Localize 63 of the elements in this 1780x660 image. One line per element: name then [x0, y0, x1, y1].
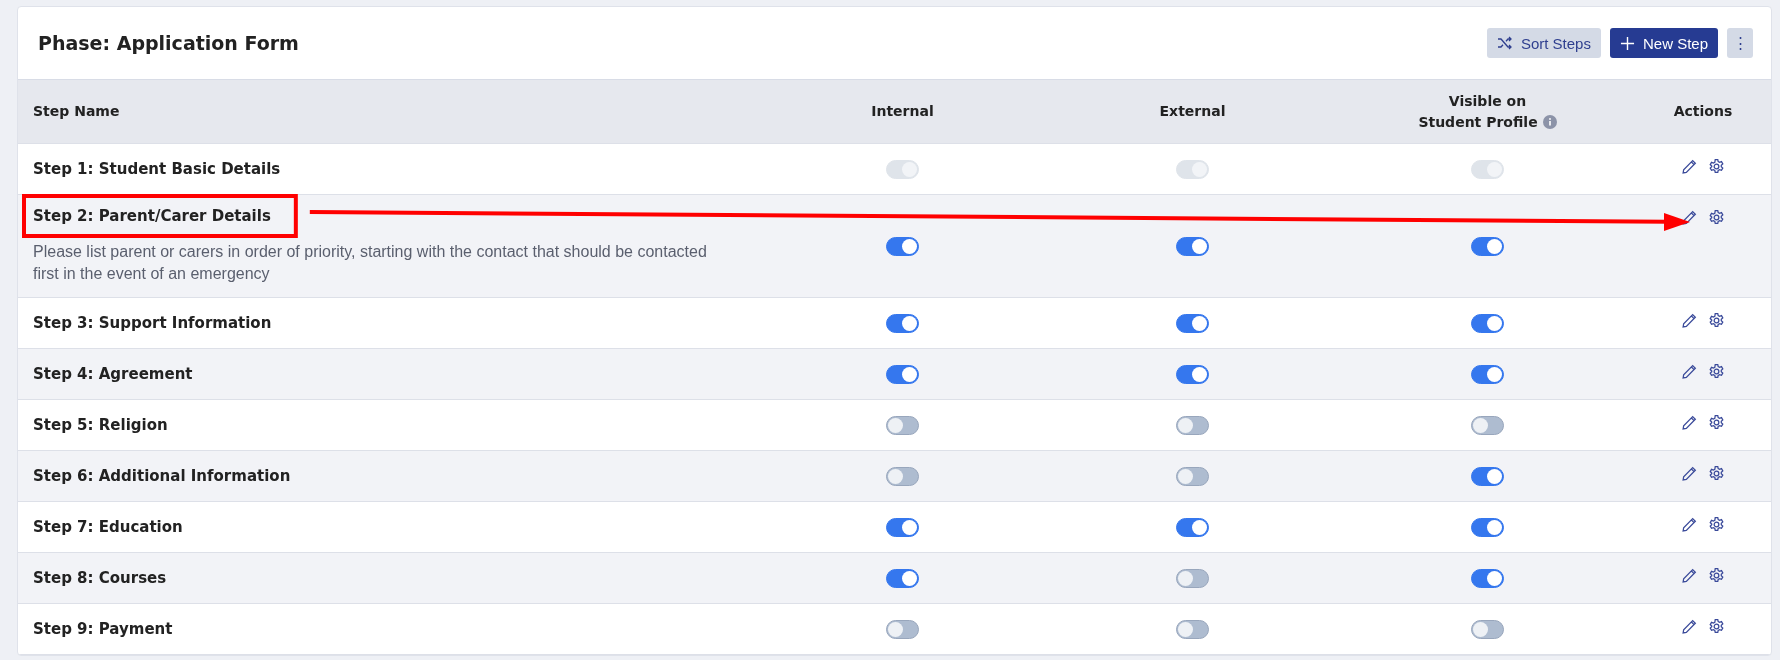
pencil-icon[interactable] — [1681, 618, 1698, 635]
toggle-switch[interactable] — [1176, 466, 1209, 486]
toggle-switch[interactable] — [1471, 517, 1504, 537]
toggle-switch[interactable] — [886, 619, 919, 639]
pencil-icon[interactable] — [1681, 516, 1698, 533]
settings-icon[interactable] — [1708, 312, 1725, 329]
toggle-switch[interactable] — [1471, 568, 1504, 588]
pencil-icon[interactable] — [1681, 209, 1698, 226]
column-header: Actions — [1673, 102, 1733, 121]
pencil-icon[interactable] — [1681, 465, 1698, 482]
settings-icon[interactable] — [1708, 158, 1725, 175]
settings-icon[interactable] — [1708, 618, 1725, 635]
settings-icon[interactable] — [1708, 516, 1725, 533]
step-description: Please list parent or carers in order of priority, starting with the contact that should be contacted first in the event of an emergency — [33, 242, 708, 284]
sort-steps-button[interactable]: Sort Steps — [1486, 28, 1601, 58]
more-options-button[interactable]: ⋮ — [1727, 28, 1753, 58]
column-header: Internal — [871, 102, 934, 121]
toggle-switch[interactable] — [886, 568, 919, 588]
toggle-switch[interactable] — [1176, 619, 1209, 639]
pencil-icon[interactable] — [1681, 567, 1698, 584]
step-name: Step 7: Education — [33, 518, 183, 536]
new-step-button[interactable]: New Step — [1609, 28, 1718, 58]
toggle-switch[interactable] — [886, 313, 919, 333]
step-name: Step 9: Payment — [33, 620, 173, 638]
step-name: Step 5: Religion — [33, 416, 168, 434]
step-name: Step 6: Additional Information — [33, 467, 291, 485]
pencil-icon[interactable] — [1681, 312, 1698, 329]
toggle-switch[interactable] — [1471, 466, 1504, 486]
settings-icon[interactable] — [1708, 465, 1725, 482]
toggle-switch[interactable] — [1176, 364, 1209, 384]
toggle-switch[interactable] — [1176, 517, 1209, 537]
settings-icon[interactable] — [1708, 414, 1725, 431]
column-header: Step Name — [33, 102, 120, 121]
toggle-switch[interactable] — [886, 466, 919, 486]
step-name: Step 2: Parent/Carer Details — [33, 207, 271, 225]
shuffle-icon — [1496, 35, 1513, 51]
column-header: Visible on Student Profile — [1418, 90, 1557, 133]
step-name: Step 8: Courses — [33, 569, 167, 587]
column-header: External — [1159, 102, 1226, 121]
toggle-switch[interactable] — [1471, 364, 1504, 384]
toggle-switch[interactable] — [886, 415, 919, 435]
settings-icon[interactable] — [1708, 567, 1725, 584]
toggle-switch[interactable] — [1176, 568, 1209, 588]
toggle-switch[interactable] — [1471, 415, 1504, 435]
step-name: Step 3: Support Information — [33, 314, 272, 332]
phase-title: Phase: Application Form — [38, 32, 299, 54]
settings-icon[interactable] — [1708, 209, 1725, 226]
step-name: Step 1: Student Basic Details — [33, 160, 281, 178]
plus-icon — [1619, 35, 1635, 51]
toggle-switch[interactable] — [1471, 236, 1504, 256]
toggle-switch[interactable] — [886, 517, 919, 537]
settings-icon[interactable] — [1708, 363, 1725, 380]
toggle-switch[interactable] — [886, 236, 919, 256]
toggle-switch[interactable] — [1176, 313, 1209, 333]
toggle-switch[interactable] — [1176, 415, 1209, 435]
toggle-switch[interactable] — [1176, 236, 1209, 256]
pencil-icon[interactable] — [1681, 158, 1698, 175]
step-name: Step 4: Agreement — [33, 365, 193, 383]
toggle-switch[interactable] — [886, 364, 919, 384]
toggle-switch[interactable] — [1471, 313, 1504, 333]
toggle-switch[interactable] — [1471, 619, 1504, 639]
pencil-icon[interactable] — [1681, 363, 1698, 380]
pencil-icon[interactable] — [1681, 414, 1698, 431]
